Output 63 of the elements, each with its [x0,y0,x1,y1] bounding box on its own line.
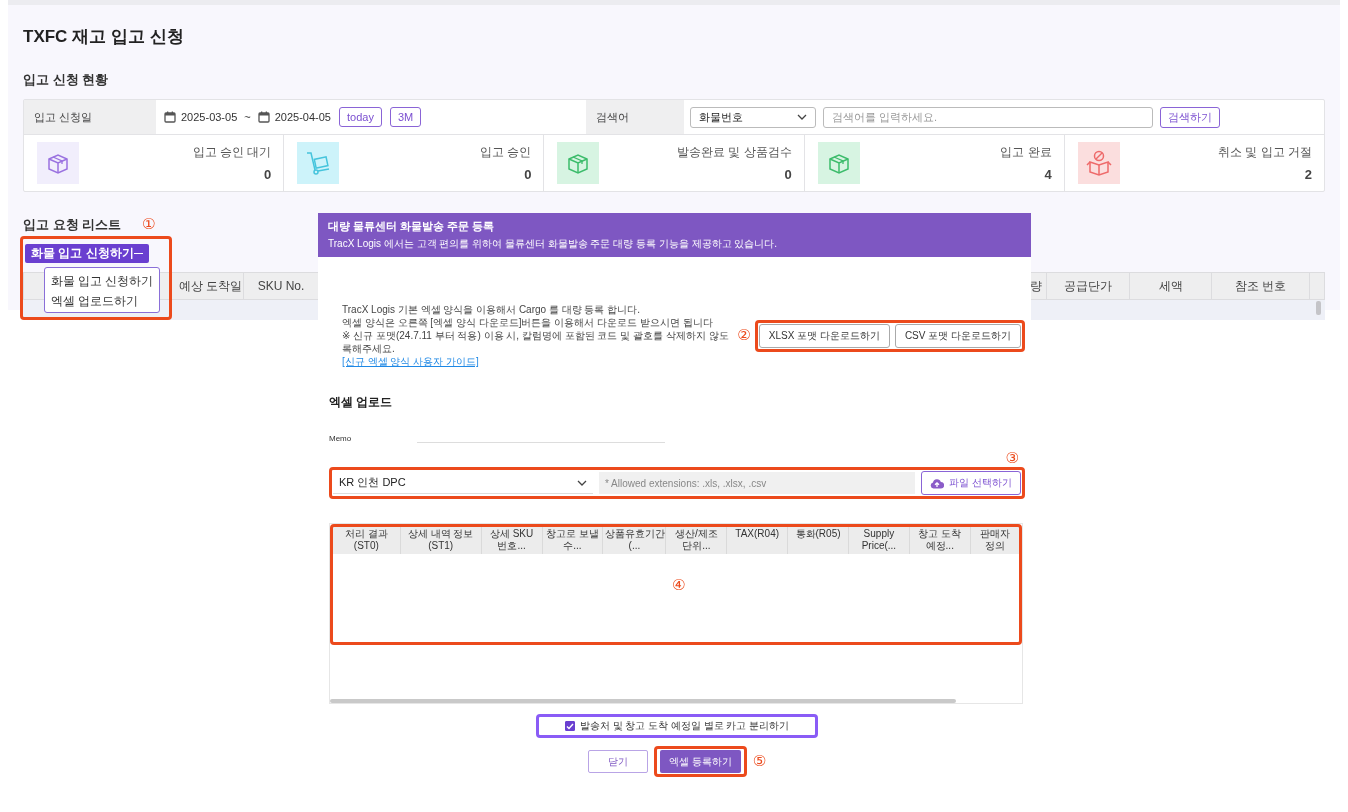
date-field[interactable]: 2025-03-05 [164,111,238,123]
section-heading: 입고 요청 리스트 [23,216,122,234]
annotation-number: ② [737,328,751,343]
grid-header-cell: 상세 SKU 번호... [481,526,543,554]
stat-label: 취소 및 입고 거절 [1217,144,1312,161]
date-field[interactable]: 2025-04-05 [257,111,331,123]
table-header-cell: 참조 번호 [1212,273,1310,299]
file-select-button[interactable]: 파일 선택하기 [921,471,1021,495]
stat-label: 입고 완료 [999,144,1052,161]
note-text: ※ 신규 포맷(24.7.11 부터 적용) 이용 시, 칼럼명에 포함된 코드 및 괄호를 삭제하지 않도록해주세요. [342,329,730,355]
search-type-select[interactable]: 화물번호 [690,106,816,128]
annotation-number: ③ [1005,451,1019,467]
grid-header-cell: TAX(R04) [727,526,789,554]
center-select[interactable]: KR 인천 DPC [333,472,593,494]
grid-header-cell: 상품유효기간(... [603,526,667,554]
checkbox-label: 발송처 및 창고 도착 예정일 별로 카고 분리하기 [579,719,790,733]
grid-header-cell: 상세 내역 정보(ST1) [400,526,482,554]
annotation-number: ① [142,217,156,232]
filter-label: 입고 신청일 [24,100,156,134]
grid-header-cell: 통화(R05) [788,526,849,554]
stat-count: 0 [262,167,272,182]
page-title: TXFC 재고 입고 신청 [23,26,185,48]
menu-item[interactable]: 엑셀 업로드하기 [45,291,160,311]
stat-label: 발송완료 및 상품검수 [675,144,792,161]
grid-header-cell: Supply Price(... [848,526,910,554]
range-button[interactable]: today [339,107,382,127]
grid-header-cell: 처리 결과(ST0) [333,526,401,554]
menu-item[interactable]: 화물 입고 신청하기 [45,271,160,291]
stat-count: 4 [1043,167,1052,182]
table-header-cell-text: SKU No. [256,278,306,295]
download-button[interactable]: CSV 포맷 다운로드하기 [894,323,1021,348]
request-button[interactable]: 화물 입고 신청하기 [25,244,149,263]
stat-count: 2 [1303,167,1312,182]
memo-label: Memo [329,434,353,443]
note-text: 엑셀 양식은 오른쪽 [엑셀 양식 다운로드]버튼을 이용해서 다운로드 받으시면 됩니다 [342,316,714,329]
grid-header-cell: 생산/제조 단위... [666,526,728,554]
table-header-cell: 세액 [1130,273,1212,299]
modal-subtitle: TracX Logis 에서는 고객 편의를 위하여 물류센터 화물발송 주문 대량 등록 기능을 제공하고 있습니다. [328,237,779,251]
grid-header-cell-text: 판매자 정의 [978,527,1011,553]
guide-link[interactable]: [신규 엑셀 양식 사용자 가이드] [342,356,479,367]
stat-label: 입고 승인 대기 [191,144,272,161]
download-button[interactable]: XLSX 포맷 다운로드하기 [758,323,890,348]
table-header-cell: 예상 도착일 [176,273,244,299]
note-text: TracX Logis 기본 엑셀 양식을 이용해서 Cargo 를 대량 등록 합니다. [342,303,641,316]
filter-label: 검색어 [586,100,684,134]
modal-title: 대량 물류센터 화물발송 주문 등록 [328,219,496,234]
grid-header-cell: 창고 도착 예정... [909,526,971,554]
search-field[interactable]: 검색어를 입력하세요. [823,106,1153,128]
grid-header-cell: 창고로 보낼 수... [542,526,604,554]
stat-label: 입고 승인 [479,144,532,161]
stat-count: 0 [523,167,532,182]
search-button[interactable]: 검색하기 [1160,106,1220,128]
section-heading: 입고 신청 현황 [23,71,110,89]
submit-button[interactable]: 엑셀 등록하기 [659,750,741,773]
range-separator: ~ [244,111,251,123]
range-button[interactable]: 3M [389,107,422,127]
file-field[interactable]: * Allowed extensions: .xls, .xlsx, .csv [599,472,916,494]
table-header-cell: 공급단가 [1047,273,1130,299]
section-heading: 엑셀 업로드 [329,394,394,411]
annotation-number: ④ [672,578,686,593]
annotation-number: ⑤ [752,754,767,769]
stat-count: 0 [783,167,792,182]
close-button[interactable]: 닫기 [587,750,648,773]
